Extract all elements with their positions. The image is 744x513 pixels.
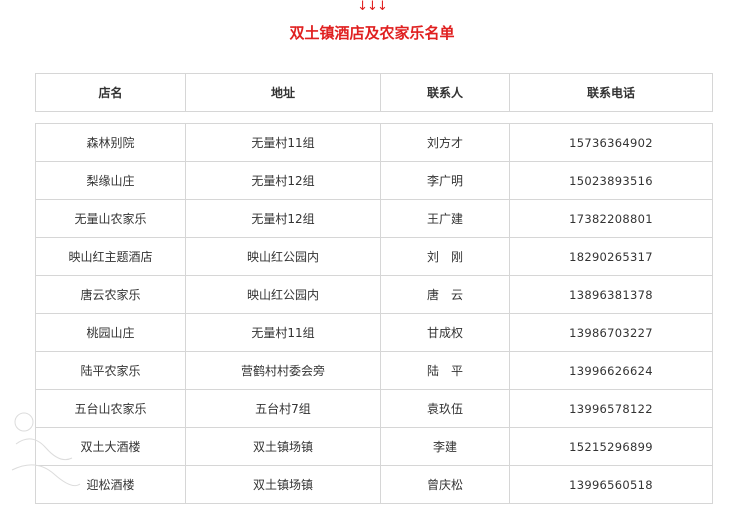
phone-number-cell: 13896381378 <box>509 275 713 314</box>
shop-name-cell: 梨缘山庄 <box>35 161 186 200</box>
shop-name-cell: 桃园山庄 <box>35 313 186 352</box>
shop-name-cell: 双土大酒楼 <box>35 427 186 466</box>
contact-person-cell: 李广明 <box>380 161 510 200</box>
listing-table: 森林别院 无量村11组 刘方才 15736364902 梨缘山庄 无量村12组 李广明 150… <box>35 123 713 504</box>
address-cell: 双土镇场镇 <box>185 427 381 466</box>
header-row: 店名 地址 联系人 联系电话 <box>35 73 713 112</box>
contact-person-cell: 王广建 <box>380 199 510 238</box>
address-cell: 五台村7组 <box>185 389 381 428</box>
shop-name-cell: 无量山农家乐 <box>35 199 186 238</box>
address-cell: 营鹤村村委会旁 <box>185 351 381 390</box>
contact-person-cell: 刘方才 <box>380 123 510 162</box>
shop-name-cell: 映山红主题酒店 <box>35 237 186 276</box>
phone-number-cell: 18290265317 <box>509 237 713 276</box>
table-row: 森林别院 无量村11组 刘方才 15736364902 <box>35 123 713 162</box>
phone-number-cell: 13996560518 <box>509 465 713 504</box>
column-header-phone: 联系电话 <box>509 73 713 112</box>
table-row: 五台山农家乐 五台村7组 袁玖伍 13996578122 <box>35 389 713 428</box>
table-row: 梨缘山庄 无量村12组 李广明 15023893516 <box>35 161 713 200</box>
contact-person-cell: 陆 平 <box>380 351 510 390</box>
address-cell: 无量村11组 <box>185 123 381 162</box>
shop-name-cell: 唐云农家乐 <box>35 275 186 314</box>
contact-person-cell: 刘 刚 <box>380 237 510 276</box>
down-arrows: ↓↓↓ <box>357 0 388 14</box>
address-cell: 映山红公园内 <box>185 275 381 314</box>
page-title: 双土镇酒店及农家乐名单 <box>289 24 455 42</box>
shop-name-cell: 森林别院 <box>35 123 186 162</box>
contact-person-cell: 袁玖伍 <box>380 389 510 428</box>
phone-number-cell: 13996626624 <box>509 351 713 390</box>
table-row: 唐云农家乐 映山红公园内唐 云 13896381378 <box>35 275 713 314</box>
column-header-contact: 联系人 <box>380 73 510 112</box>
address-cell: 无量村12组 <box>185 161 381 200</box>
phone-number-cell: 15215296899 <box>509 427 713 466</box>
address-cell: 无量村11组 <box>185 313 381 352</box>
contact-person-cell: 甘成权 <box>380 313 510 352</box>
address-cell: 无量村12组 <box>185 199 381 238</box>
phone-number-cell: 15023893516 <box>509 161 713 200</box>
column-header-name: 店名 <box>35 73 186 112</box>
table-header: 店名 地址 联系人 联系电话 <box>35 73 713 112</box>
shop-name-cell: 五台山农家乐 <box>35 389 186 428</box>
address-cell: 双土镇场镇 <box>185 465 381 504</box>
shop-name-cell: 陆平农家乐 <box>35 351 186 390</box>
address-cell: 映山红公园内 <box>185 237 381 276</box>
table-row: 迎松酒楼 双土镇场镇 曾庆松 13996560518 <box>35 465 713 504</box>
contact-person-cell: 唐 云 <box>380 275 510 314</box>
phone-number-cell: 13996578122 <box>509 389 713 428</box>
shop-name-cell: 迎松酒楼 <box>35 465 186 504</box>
phone-number-cell: 13986703227 <box>509 313 713 352</box>
contact-person-cell: 曾庆松 <box>380 465 510 504</box>
table-row: 桃园山庄 无量村11组 甘成权 13986703227 <box>35 313 713 352</box>
column-header-address: 地址 <box>185 73 381 112</box>
contact-person-cell: 李建 <box>380 427 510 466</box>
table-row: 陆平农家乐 营鹤村村委会旁陆 平 13996626624 <box>35 351 713 390</box>
phone-number-cell: 17382208801 <box>509 199 713 238</box>
table-row: 无量山农家乐 无量村12组 王广建 17382208801 <box>35 199 713 238</box>
table-row: 映山红主题酒店 映山红公园内刘 刚 18290265317 <box>35 237 713 276</box>
phone-number-cell: 15736364902 <box>509 123 713 162</box>
table-row: 双土大酒楼 双土镇场镇 李建 15215296899 <box>35 427 713 466</box>
